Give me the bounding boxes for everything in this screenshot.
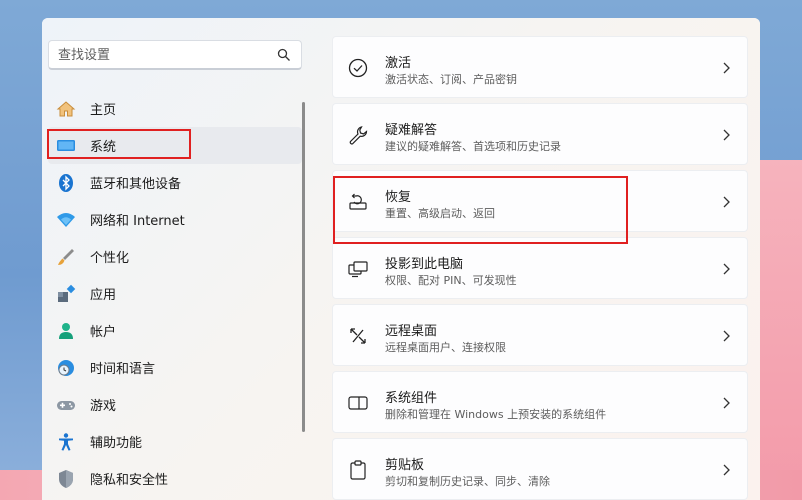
sidebar-item-label: 帐户 (90, 325, 117, 340)
gamepad-icon (56, 395, 76, 415)
chevron-right-icon (723, 397, 730, 409)
sidebar-item-network[interactable]: 网络和 Internet (48, 201, 302, 238)
chevron-right-icon (723, 62, 730, 74)
chevron-right-icon (723, 330, 730, 342)
card-activation[interactable]: 激活 激活状态、订阅、产品密钥 (332, 36, 748, 98)
clipboard-icon (350, 460, 366, 480)
card-subtitle: 建议的疑难解答、首选项和历史记录 (385, 140, 561, 153)
card-title: 投影到此电脑 (385, 257, 464, 272)
wifi-icon (56, 210, 76, 230)
apps-icon (56, 284, 76, 304)
sidebar-item-bluetooth[interactable]: 蓝牙和其他设备 (48, 164, 302, 201)
remote-desktop-icon (350, 328, 366, 344)
sidebar-item-label: 辅助功能 (90, 436, 143, 451)
person-icon (56, 321, 76, 341)
card-subtitle: 远程桌面用户、连接权限 (385, 341, 506, 354)
search-box[interactable] (48, 40, 302, 70)
shield-icon (56, 469, 76, 489)
check-circle-icon (348, 58, 368, 78)
brush-icon (56, 247, 76, 267)
card-title: 激活 (385, 56, 412, 71)
sidebar-item-time-language[interactable]: 时间和语言 (48, 349, 302, 386)
card-subtitle: 激活状态、订阅、产品密钥 (385, 73, 517, 86)
card-remote-desktop[interactable]: 远程桌面 远程桌面用户、连接权限 (332, 304, 748, 366)
sidebar-item-accessibility[interactable]: 辅助功能 (48, 423, 302, 460)
system-components-icon (348, 396, 368, 410)
recovery-highlight-box (333, 176, 628, 244)
card-title: 远程桌面 (385, 324, 438, 339)
sidebar-item-label: 应用 (90, 288, 117, 303)
home-icon (56, 99, 76, 119)
card-subtitle: 剪切和复制历史记录、同步、清除 (385, 475, 550, 488)
accessibility-icon (56, 432, 76, 452)
card-title: 剪贴板 (385, 458, 425, 473)
card-clipboard[interactable]: 剪贴板 剪切和复制历史记录、同步、清除 (332, 438, 748, 500)
sidebar-item-label: 蓝牙和其他设备 (90, 177, 182, 192)
sidebar-item-label: 隐私和安全性 (90, 473, 169, 488)
sidebar-item-label: 时间和语言 (90, 362, 156, 377)
chevron-right-icon (723, 129, 730, 141)
sidebar-item-gaming[interactable]: 游戏 (48, 386, 302, 423)
chevron-right-icon (723, 464, 730, 476)
bluetooth-icon (56, 173, 76, 193)
clock-globe-icon (56, 358, 76, 378)
card-subtitle: 权限、配对 PIN、可发现性 (385, 274, 517, 287)
sidebar-item-label: 游戏 (90, 399, 117, 414)
sidebar-item-personalization[interactable]: 个性化 (48, 238, 302, 275)
sidebar-item-privacy[interactable]: 隐私和安全性 (48, 460, 302, 497)
search-input[interactable] (49, 41, 280, 69)
settings-window: 主页 系统 蓝牙和其他设备 网络和 Internet 个性化 (42, 18, 760, 500)
sidebar-item-label: 网络和 Internet (90, 214, 185, 229)
chevron-right-icon (723, 196, 730, 208)
sidebar-item-home[interactable]: 主页 (48, 90, 302, 127)
system-highlight-box (47, 129, 191, 159)
chevron-right-icon (723, 263, 730, 275)
sidebar-item-apps[interactable]: 应用 (48, 275, 302, 312)
card-subtitle: 删除和管理在 Windows 上预安装的系统组件 (385, 408, 607, 421)
card-troubleshoot[interactable]: 疑难解答 建议的疑难解答、首选项和历史记录 (332, 103, 748, 165)
card-title: 系统组件 (385, 391, 438, 406)
settings-card-list: 激活 激活状态、订阅、产品密钥 疑难解答 建议的疑难解答、首选项和历史记录 恢复… (332, 36, 748, 500)
card-title: 疑难解答 (385, 123, 438, 138)
sidebar-scrollbar[interactable] (302, 102, 305, 432)
sidebar-item-label: 个性化 (90, 251, 130, 266)
wrench-icon (349, 126, 368, 145)
card-system-components[interactable]: 系统组件 删除和管理在 Windows 上预安装的系统组件 (332, 371, 748, 433)
search-icon[interactable] (277, 48, 291, 62)
sidebar-item-accounts[interactable]: 帐户 (48, 312, 302, 349)
sidebar-item-label: 主页 (90, 103, 117, 118)
card-project-to-pc[interactable]: 投影到此电脑 权限、配对 PIN、可发现性 (332, 237, 748, 299)
projection-icon (348, 261, 368, 278)
